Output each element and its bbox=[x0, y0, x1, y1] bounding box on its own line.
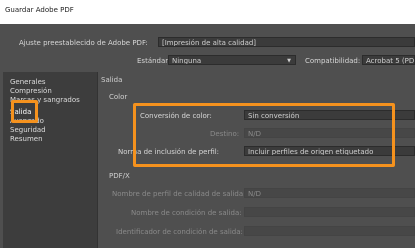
output-profile-label: Nombre de perfil de calidad de salida: bbox=[112, 190, 246, 198]
chevron-down-icon: ▼ bbox=[287, 58, 291, 64]
color-section-header: Color bbox=[109, 93, 128, 101]
sidebar-item-resumen[interactable]: Resumen bbox=[10, 135, 43, 143]
standard-label: Estándar: bbox=[137, 57, 171, 65]
compat-label: Compatibilidad: bbox=[305, 57, 361, 65]
preset-dropdown[interactable]: [Impresión de alta calidad] bbox=[158, 37, 415, 47]
color-settings-highlight-box bbox=[133, 103, 395, 167]
sidebar: Generales Compresión Marcas y sangrados … bbox=[3, 72, 98, 248]
preset-label: Ajuste preestablecido de Adobe PDF: bbox=[19, 39, 148, 47]
preset-value: [Impresión de alta calidad] bbox=[162, 39, 257, 47]
window-title: Guardar Adobe PDF bbox=[5, 6, 74, 14]
sidebar-item-seguridad[interactable]: Seguridad bbox=[10, 126, 46, 134]
sidebar-item-generales[interactable]: Generales bbox=[10, 78, 46, 86]
standard-value: Ninguna bbox=[172, 57, 202, 65]
standard-dropdown[interactable]: Ninguna ▼ bbox=[168, 55, 296, 65]
condition-name-field[interactable] bbox=[244, 207, 415, 217]
page-title: Salida bbox=[101, 76, 123, 84]
output-profile-dropdown[interactable]: N/D bbox=[244, 188, 415, 198]
sidebar-highlight-box bbox=[11, 100, 38, 123]
condition-id-field[interactable] bbox=[244, 226, 415, 236]
output-profile-value: N/D bbox=[248, 190, 261, 198]
sidebar-item-compresion[interactable]: Compresión bbox=[10, 87, 52, 95]
condition-id-label: Identificador de condición de salida: bbox=[116, 228, 243, 236]
compat-dropdown[interactable]: Acrobat 5 (PDF bbox=[362, 55, 415, 65]
title-bar: Guardar Adobe PDF bbox=[0, 0, 415, 24]
pdfx-section-header: PDF/X bbox=[109, 172, 130, 180]
condition-name-label: Nombre de condición de salida: bbox=[131, 209, 242, 217]
compat-value: Acrobat 5 (PDF bbox=[366, 57, 415, 65]
